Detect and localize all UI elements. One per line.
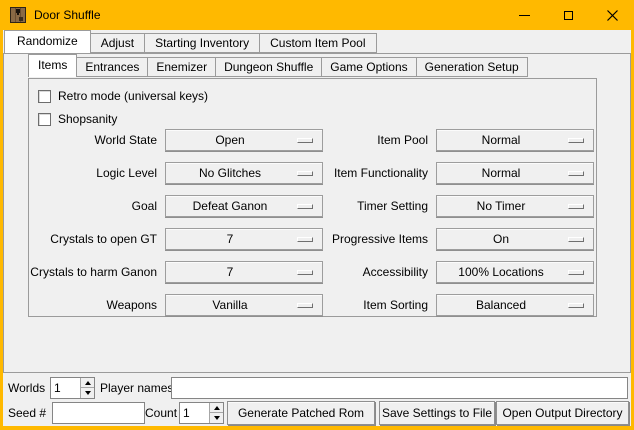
outer-tab-bar: Randomize Adjust Starting Inventory Cust… [4,31,377,53]
count-label: Count [145,402,177,424]
retro-mode-checkbox[interactable]: Retro mode (universal keys) [38,89,208,103]
titlebar: Door Shuffle [0,0,634,30]
tab-entrances[interactable]: Entrances [76,57,148,77]
shopsanity-label: Shopsanity [58,112,117,126]
optionmenu-indicator-icon [568,270,584,275]
inner-tab-bar: Items Entrances Enemizer Dungeon Shuffle… [28,55,528,77]
option-row: World State Open Item Pool Normal [29,129,596,151]
retro-mode-label: Retro mode (universal keys) [58,89,208,103]
world-state-dropdown[interactable]: Open [165,129,323,151]
tab-items[interactable]: Items [28,54,77,77]
arrow-up-icon [214,406,220,410]
checkbox-box[interactable] [38,90,51,103]
tab-adjust[interactable]: Adjust [90,33,145,53]
window-title: Door Shuffle [34,0,101,30]
save-settings-button[interactable]: Save Settings to File [379,401,495,425]
goal-label: Goal [29,195,157,217]
window-body: Randomize Adjust Starting Inventory Cust… [3,30,631,426]
randomize-page: Items Entrances Enemizer Dungeon Shuffle… [3,53,631,373]
goal-dropdown[interactable]: Defeat Ganon [165,195,323,217]
timer-setting-dropdown[interactable]: No Timer [436,195,594,217]
worlds-input[interactable] [51,378,80,398]
weapons-dropdown[interactable]: Vanilla [165,294,323,316]
spin-buttons [209,403,223,423]
item-sorting-label: Item Sorting [305,294,428,316]
crystals-open-gt-label: Crystals to open GT [29,228,157,250]
crystals-open-gt-dropdown[interactable]: 7 [165,228,323,250]
item-functionality-label: Item Functionality [305,162,428,184]
minimize-button[interactable] [502,0,546,30]
option-row: Goal Defeat Ganon Timer Setting No Timer [29,195,596,217]
arrow-down-icon [85,391,91,395]
player-names-label: Player names [100,377,173,399]
spin-up-button[interactable] [209,403,223,413]
tab-dungeon-shuffle[interactable]: Dungeon Shuffle [215,57,322,77]
arrow-up-icon [85,381,91,385]
optionmenu-indicator-icon [568,138,584,143]
shopsanity-checkbox[interactable]: Shopsanity [38,112,117,126]
player-names-input[interactable] [171,377,628,399]
maximize-button[interactable] [546,0,590,30]
close-icon [607,10,618,21]
spin-up-button[interactable] [80,378,94,388]
weapons-label: Weapons [29,294,157,316]
minimize-icon [519,15,530,16]
count-input[interactable] [180,403,209,423]
option-row: Crystals to harm Ganon 7 Accessibility 1… [29,261,596,283]
items-page: Retro mode (universal keys) Shopsanity W… [28,78,597,317]
tab-randomize[interactable]: Randomize [4,30,91,53]
checkbox-box[interactable] [38,113,51,126]
maximize-icon [564,11,573,20]
count-spinbox[interactable] [179,402,224,424]
spin-down-button[interactable] [209,413,223,423]
window-controls [502,0,634,30]
optionmenu-indicator-icon [568,303,584,308]
option-row: Crystals to open GT 7 Progressive Items … [29,228,596,250]
item-sorting-dropdown[interactable]: Balanced [436,294,594,316]
tab-starting-inventory[interactable]: Starting Inventory [144,33,260,53]
spin-down-button[interactable] [80,388,94,398]
app-icon [10,7,26,23]
tab-enemizer[interactable]: Enemizer [147,57,216,77]
door-shuffle-window: Door Shuffle Randomize Adjust Starting I… [0,0,634,430]
logic-level-dropdown[interactable]: No Glitches [165,162,323,184]
spin-buttons [80,378,94,398]
close-button[interactable] [590,0,634,30]
optionmenu-indicator-icon [568,171,584,176]
accessibility-label: Accessibility [305,261,428,283]
crystals-harm-ganon-dropdown[interactable]: 7 [165,261,323,283]
tab-game-options[interactable]: Game Options [321,57,416,77]
item-functionality-dropdown[interactable]: Normal [436,162,594,184]
seed-label: Seed # [8,402,46,424]
progressive-items-dropdown[interactable]: On [436,228,594,250]
world-state-label: World State [29,129,157,151]
option-row: Weapons Vanilla Item Sorting Balanced [29,294,596,316]
open-output-directory-button[interactable]: Open Output Directory [496,401,629,425]
logic-level-label: Logic Level [29,162,157,184]
arrow-down-icon [214,416,220,420]
optionmenu-indicator-icon [568,237,584,242]
tab-custom-item-pool[interactable]: Custom Item Pool [259,33,376,53]
progressive-items-label: Progressive Items [305,228,428,250]
optionmenu-indicator-icon [568,204,584,209]
crystals-harm-ganon-label: Crystals to harm Ganon [29,261,157,283]
worlds-spinbox[interactable] [50,377,95,399]
seed-input[interactable] [52,402,145,424]
timer-setting-label: Timer Setting [305,195,428,217]
accessibility-dropdown[interactable]: 100% Locations [436,261,594,283]
worlds-label: Worlds [8,377,45,399]
item-pool-label: Item Pool [305,129,428,151]
option-row: Logic Level No Glitches Item Functionali… [29,162,596,184]
generate-patched-rom-button[interactable]: Generate Patched Rom [227,401,375,425]
item-pool-dropdown[interactable]: Normal [436,129,594,151]
tab-generation-setup[interactable]: Generation Setup [416,57,528,77]
